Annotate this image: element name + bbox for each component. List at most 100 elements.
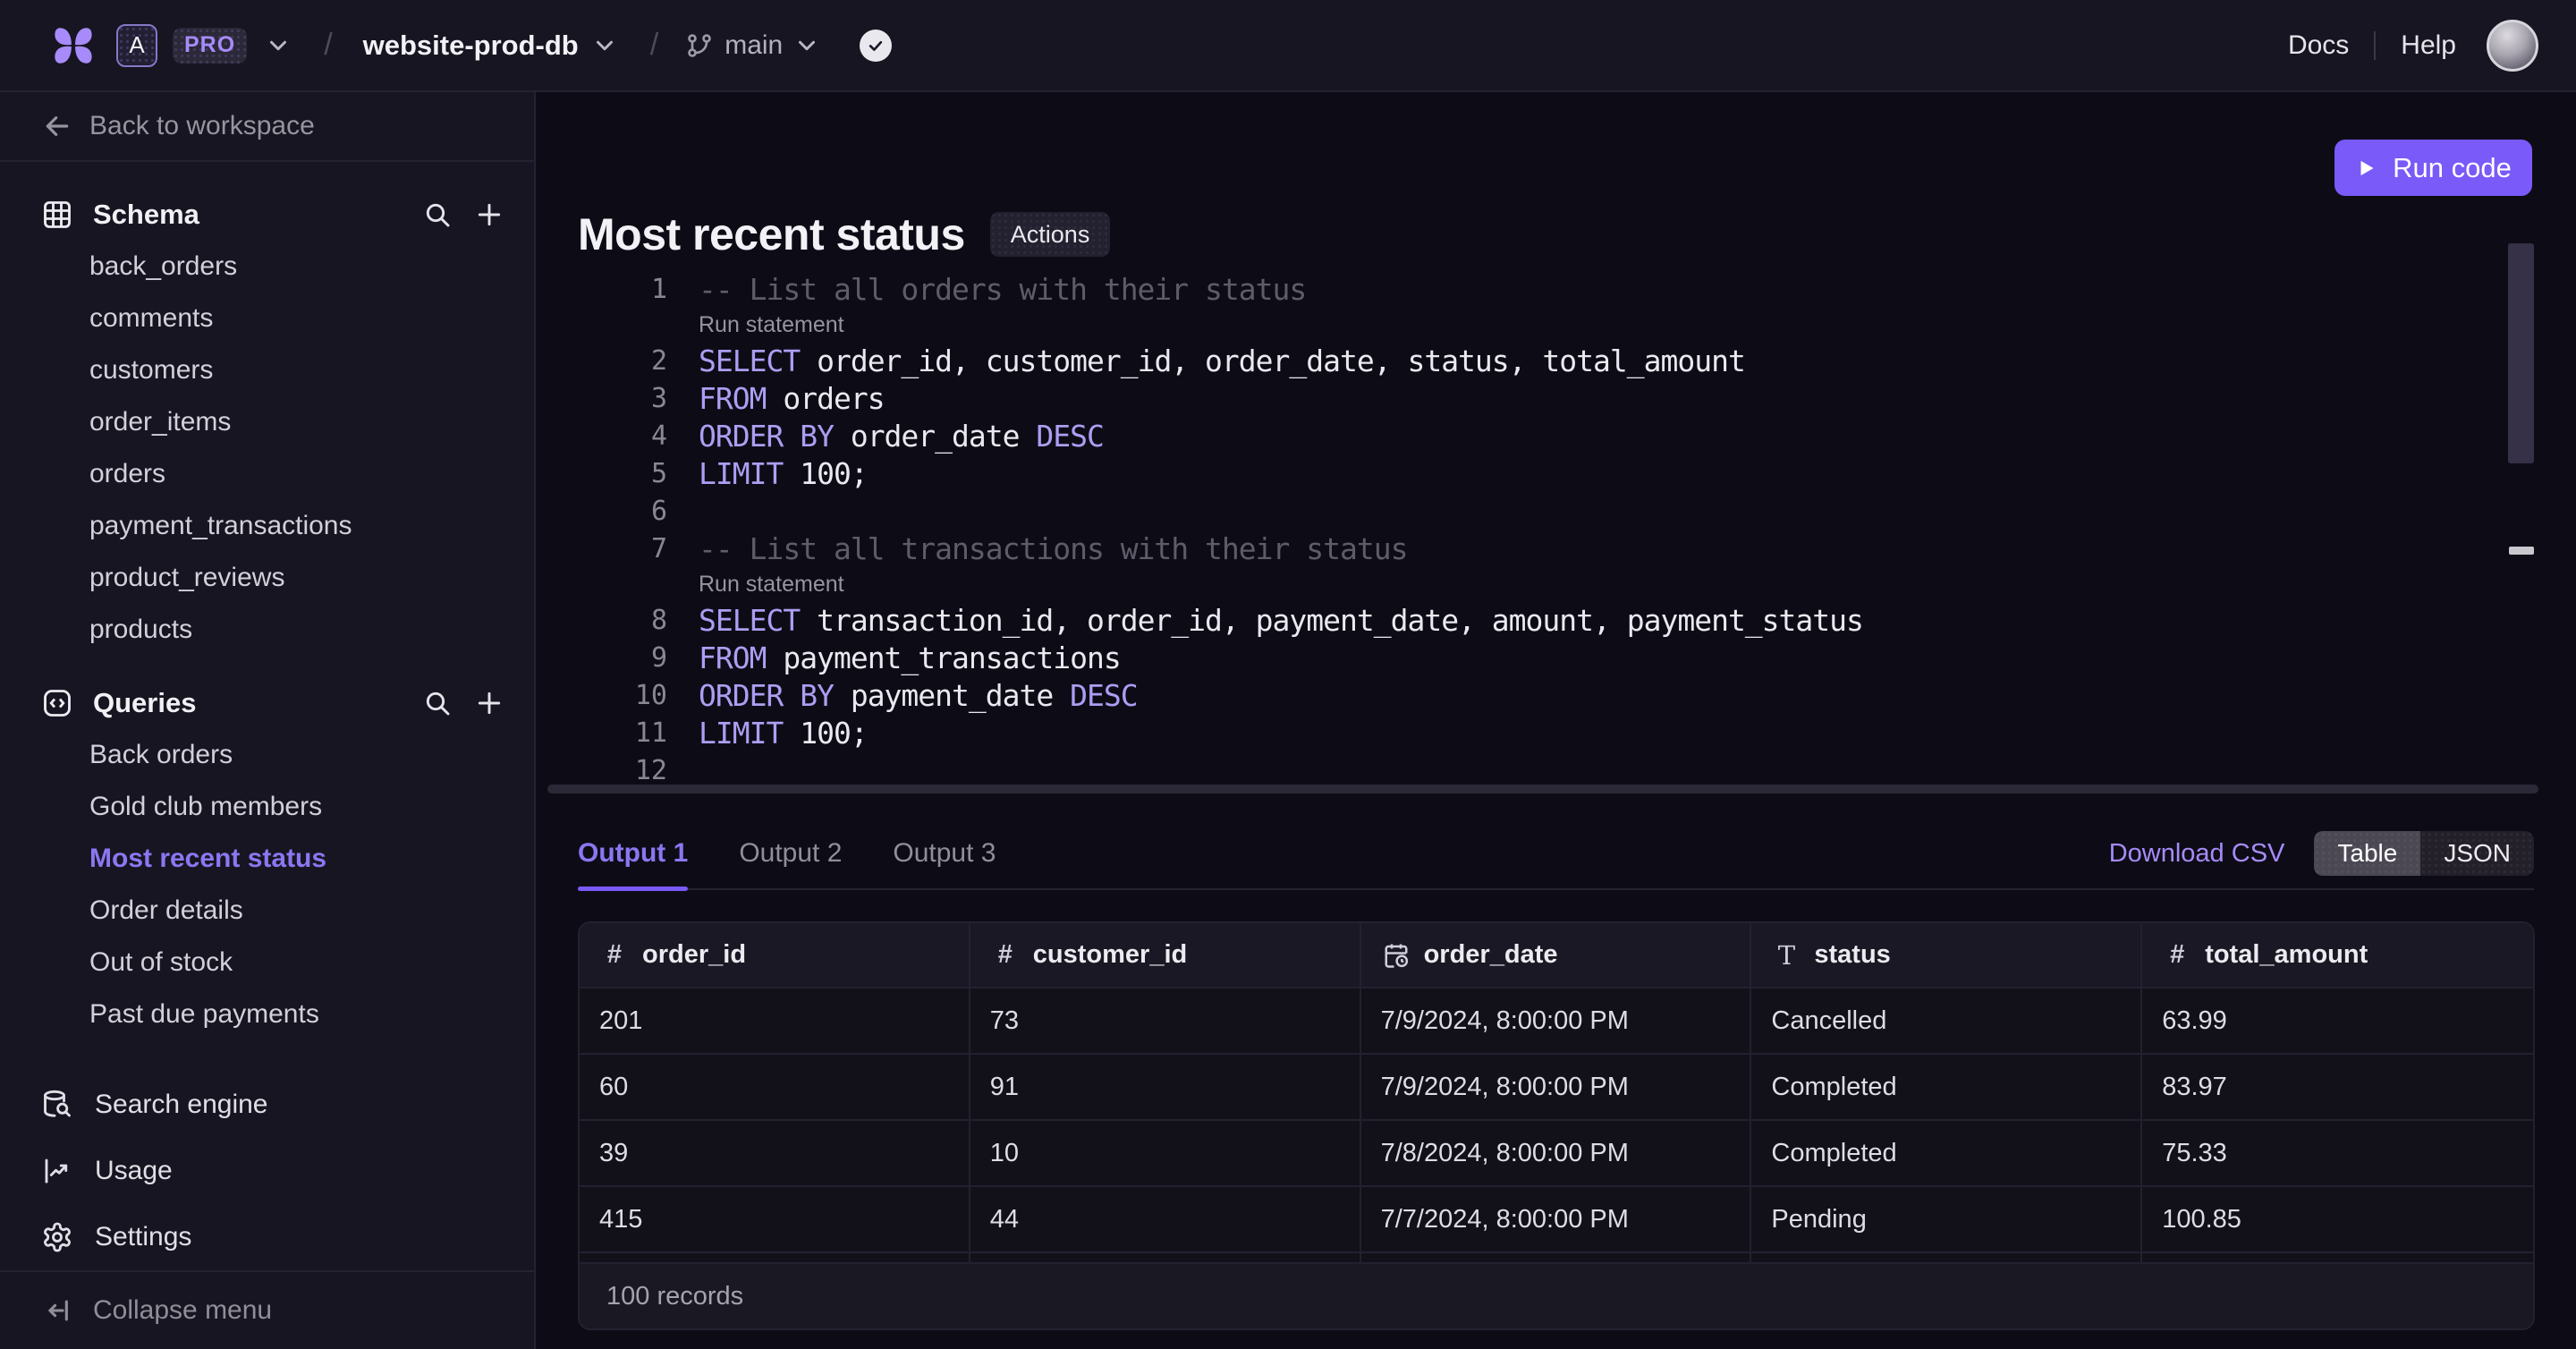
column-header-order_id[interactable]: # order_id bbox=[580, 923, 970, 987]
back-to-workspace-button[interactable]: Back to workspace bbox=[0, 92, 534, 162]
sidebar-item-payment_transactions[interactable]: payment_transactions bbox=[0, 500, 534, 552]
cell-order_id[interactable]: 60 bbox=[580, 1053, 970, 1119]
sidebar-item-most-recent-status[interactable]: Most recent status bbox=[0, 833, 534, 885]
sidebar-item-past-due-payments[interactable]: Past due payments bbox=[0, 988, 534, 1040]
line-number: 10 bbox=[634, 679, 667, 711]
play-icon bbox=[2360, 160, 2374, 175]
branch-switcher[interactable]: main bbox=[685, 30, 820, 61]
code-text: SELECT order_id, customer_id, order_date… bbox=[699, 343, 1746, 378]
code-text: -- List all orders with their status bbox=[699, 271, 1307, 307]
chevron-down-icon bbox=[799, 40, 816, 50]
code-text: SELECT transaction_id, order_id, payment… bbox=[699, 602, 1864, 638]
column-header-order_date[interactable]: order_date bbox=[1360, 923, 1752, 987]
view-toggle-json[interactable]: JSON bbox=[2420, 831, 2534, 876]
run-statement-button[interactable]: Run statement bbox=[699, 312, 844, 338]
sidebar: Back to workspace Schema back_orders com… bbox=[0, 92, 536, 1349]
code-line[interactable]: 9 FROM payment_transactions bbox=[578, 639, 2504, 676]
code-line[interactable]: 10 ORDER BY payment_date DESC bbox=[578, 676, 2504, 714]
column-header-total_amount[interactable]: # total_amount bbox=[2142, 923, 2533, 987]
cell-customer_id[interactable]: 10 bbox=[970, 1119, 1361, 1185]
column-header-status[interactable]: T status bbox=[1751, 923, 2143, 987]
cell-customer_id[interactable]: 44 bbox=[970, 1185, 1361, 1251]
column-header-customer_id[interactable]: # customer_id bbox=[970, 923, 1361, 987]
run-statement-button[interactable]: Run statement bbox=[699, 572, 844, 598]
butterfly-logo-icon[interactable] bbox=[52, 25, 97, 66]
collapse-left-icon bbox=[48, 1300, 68, 1321]
topbar-divider bbox=[2374, 30, 2377, 60]
code-line[interactable]: 2 SELECT order_id, customer_id, order_dat… bbox=[578, 342, 2504, 379]
code-text: FROM payment_transactions bbox=[699, 640, 1122, 675]
cell-total_amount[interactable]: 83.97 bbox=[2142, 1053, 2533, 1119]
search-engine-label: Search engine bbox=[95, 1090, 268, 1119]
code-line[interactable]: 12 bbox=[578, 751, 2504, 789]
schema-add-button[interactable] bbox=[475, 200, 504, 229]
cell-order_id[interactable]: 39 bbox=[580, 1119, 970, 1185]
cell-customer_id[interactable]: 73 bbox=[970, 987, 1361, 1053]
text-type-icon: T bbox=[1777, 939, 1796, 971]
sidebar-item-orders[interactable]: orders bbox=[0, 448, 534, 500]
sql-editor[interactable]: 1 -- List all orders with their status Run… bbox=[578, 270, 2504, 789]
view-toggle-table[interactable]: Table bbox=[2314, 831, 2421, 876]
main-content: Most recent status Actions Run code 1 -- … bbox=[538, 92, 2576, 1349]
cell-order_date[interactable]: 7/8/2024, 8:00:00 PM bbox=[1360, 1119, 1752, 1185]
tab-output-2[interactable]: Output 2 bbox=[739, 818, 842, 889]
cell-customer_id[interactable]: 91 bbox=[970, 1053, 1361, 1119]
cell-status[interactable]: Cancelled bbox=[1751, 987, 2143, 1053]
sidebar-item-usage[interactable]: Usage bbox=[0, 1138, 534, 1204]
code-line[interactable]: 3 FROM orders bbox=[578, 379, 2504, 417]
code-line[interactable]: 1 -- List all orders with their status bbox=[578, 270, 2504, 308]
schema-search-button[interactable] bbox=[423, 200, 452, 229]
cell-total_amount[interactable]: 63.99 bbox=[2142, 987, 2533, 1053]
sidebar-item-customers[interactable]: customers bbox=[0, 344, 534, 396]
cell-status[interactable]: Completed bbox=[1751, 1053, 2143, 1119]
sidebar-item-back_orders[interactable]: back_orders bbox=[0, 241, 534, 293]
cell-order_date[interactable]: 7/9/2024, 8:00:00 PM bbox=[1360, 987, 1752, 1053]
sidebar-item-order_items[interactable]: order_items bbox=[0, 396, 534, 448]
settings-label: Settings bbox=[95, 1222, 192, 1251]
queries-search-button[interactable] bbox=[423, 689, 452, 717]
sidebar-item-comments[interactable]: comments bbox=[0, 293, 534, 344]
workspace-badge[interactable]: A bbox=[116, 23, 157, 67]
run-code-button[interactable]: Run code bbox=[2334, 140, 2532, 196]
workspace-switcher-button[interactable] bbox=[265, 32, 292, 59]
help-link[interactable]: Help bbox=[2401, 30, 2456, 61]
code-line[interactable]: 4 ORDER BY order_date DESC bbox=[578, 417, 2504, 454]
database-switcher[interactable]: website-prod-db bbox=[363, 30, 618, 62]
cell-status[interactable]: Pending bbox=[1751, 1185, 2143, 1251]
code-line[interactable]: 11 LIMIT 100; bbox=[578, 714, 2504, 751]
sidebar-item-out-of-stock[interactable]: Out of stock bbox=[0, 937, 534, 988]
table-footer: 100 records bbox=[580, 1262, 2533, 1328]
cell-total_amount[interactable]: 100.85 bbox=[2142, 1185, 2533, 1251]
sidebar-item-back-orders[interactable]: Back orders bbox=[0, 729, 534, 781]
sidebar-item-settings[interactable]: Settings bbox=[0, 1204, 534, 1270]
cell-order_id[interactable]: 201 bbox=[580, 987, 970, 1053]
tab-output-3[interactable]: Output 3 bbox=[893, 818, 996, 889]
docs-link[interactable]: Docs bbox=[2288, 30, 2349, 61]
sidebar-item-order-details[interactable]: Order details bbox=[0, 885, 534, 937]
code-text: FROM orders bbox=[699, 380, 886, 416]
cell-total_amount[interactable]: 75.33 bbox=[2142, 1119, 2533, 1185]
back-to-workspace-label: Back to workspace bbox=[89, 111, 315, 140]
queries-add-button[interactable] bbox=[475, 689, 504, 717]
sidebar-item-search-engine[interactable]: Search engine bbox=[0, 1072, 534, 1138]
sidebar-item-products[interactable]: products bbox=[0, 604, 534, 656]
cell-status[interactable]: Completed bbox=[1751, 1119, 2143, 1185]
user-avatar[interactable] bbox=[2487, 19, 2538, 72]
tab-output-1[interactable]: Output 1 bbox=[578, 818, 689, 891]
code-line[interactable]: 7 -- List all transactions with their sta… bbox=[578, 530, 2504, 567]
download-csv-link[interactable]: Download CSV bbox=[2109, 839, 2285, 869]
code-line[interactable]: 5 LIMIT 100; bbox=[578, 454, 2504, 492]
collapse-menu-button[interactable]: Collapse menu bbox=[0, 1270, 534, 1349]
cell-order_id[interactable]: 415 bbox=[580, 1185, 970, 1251]
table-grid-icon bbox=[44, 201, 71, 228]
sidebar-item-product_reviews[interactable]: product_reviews bbox=[0, 552, 534, 604]
cell-order_date[interactable]: 7/7/2024, 8:00:00 PM bbox=[1360, 1185, 1752, 1251]
cell-order_date[interactable]: 7/9/2024, 8:00:00 PM bbox=[1360, 1053, 1752, 1119]
code-line[interactable]: 8 SELECT transaction_id, order_id, paymen… bbox=[578, 601, 2504, 639]
editor-horizontal-scrollbar[interactable] bbox=[547, 785, 2538, 793]
database-name: website-prod-db bbox=[362, 29, 579, 61]
editor-vertical-scrollbar[interactable] bbox=[2508, 243, 2534, 463]
sidebar-item-gold-club-members[interactable]: Gold club members bbox=[0, 781, 534, 833]
code-line[interactable]: 6 bbox=[578, 492, 2504, 530]
actions-button[interactable]: Actions bbox=[989, 212, 1111, 257]
